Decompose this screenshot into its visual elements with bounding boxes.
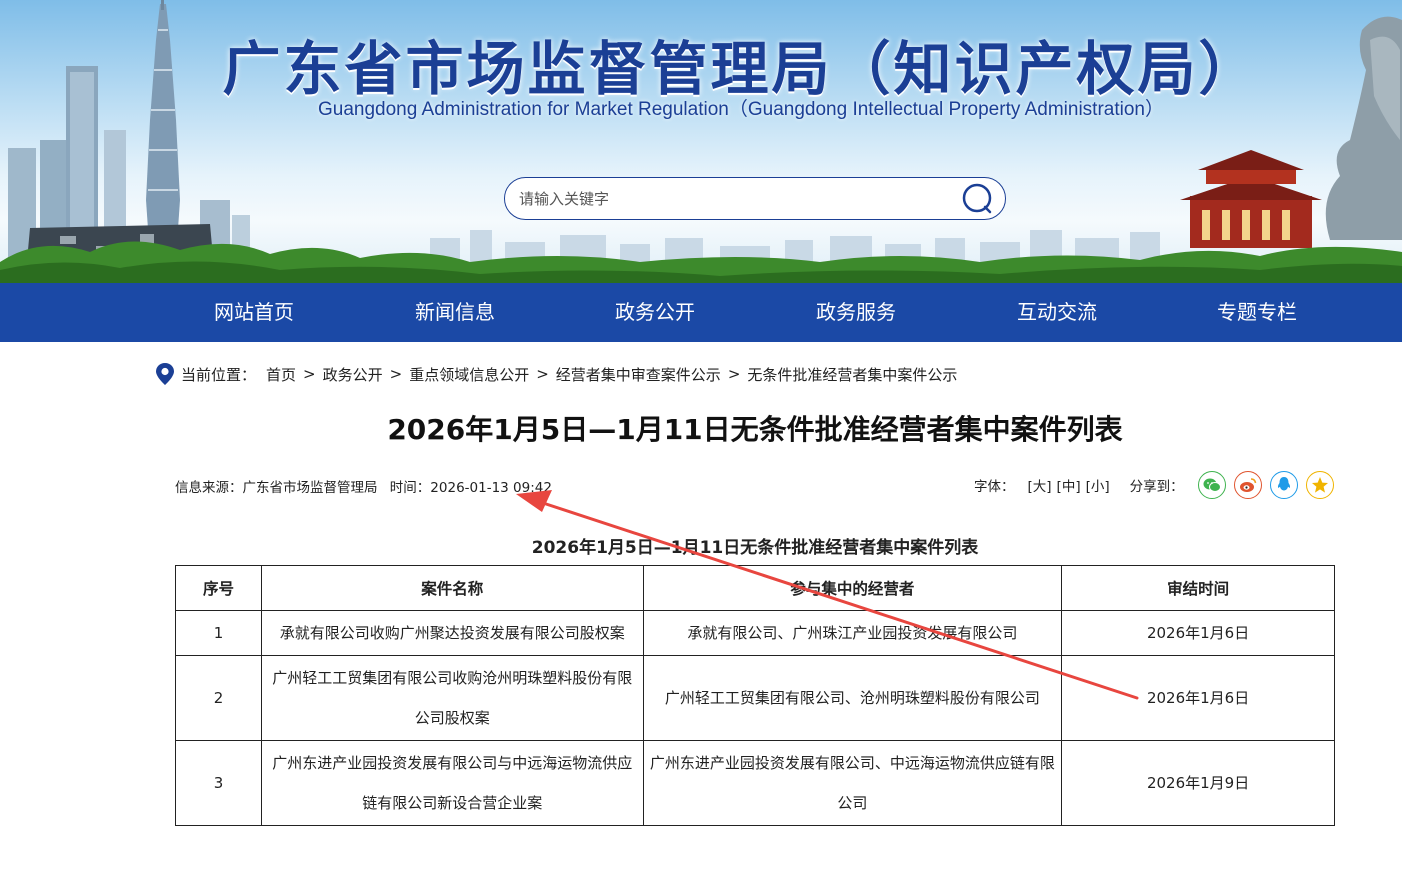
- breadcrumb-separator: >: [727, 365, 741, 383]
- breadcrumb-key-areas[interactable]: 重点领域信息公开: [409, 364, 529, 385]
- table-caption: 2026年1月5日—1月11日无条件批准经营者集中案件列表: [531, 538, 979, 558]
- article-tools: 字体： [大] [中] [小] 分享到：: [974, 470, 1342, 500]
- cell-index: 2: [175, 655, 262, 741]
- nav-item-home[interactable]: 网站首页: [154, 283, 354, 342]
- cell-case-name: 广州东进产业园投资发展有限公司与中远海运物流供应链有限公司新设合营企业案: [260, 740, 644, 826]
- table-row: 2 广州轻工工贸集团有限公司收购沧州明珠塑料股份有限公司股权案 广州轻工工贸集团…: [175, 655, 1335, 741]
- cell-operators: 广州轻工工贸集团有限公司、沧州明珠塑料股份有限公司: [642, 655, 1063, 741]
- wechat-icon[interactable]: [1197, 471, 1226, 499]
- breadcrumb-separator: >: [303, 365, 316, 383]
- font-size-medium-button[interactable]: [中]: [1057, 475, 1081, 495]
- nav-item-services[interactable]: 政务服务: [756, 283, 956, 342]
- share-label: 分享到：: [1129, 479, 1184, 495]
- breadcrumb-prefix: 当前位置：: [181, 365, 257, 384]
- table-header-row: 序号 案件名称 参与集中的经营者 审结时间: [175, 565, 1335, 611]
- search-icon[interactable]: [961, 182, 995, 216]
- qq-icon[interactable]: [1269, 471, 1298, 499]
- cell-conclusion-date: 2026年1月6日: [1061, 655, 1335, 741]
- location-pin-icon: [155, 362, 175, 386]
- column-header-index: 序号: [175, 565, 262, 611]
- header-banner: 广东省市场监督管理局（知识产权局） Guangdong Administrati…: [0, 0, 1402, 283]
- search-input[interactable]: [519, 187, 939, 211]
- table-row: 1 承就有限公司收购广州聚达投资发展有限公司股权案 承就有限公司、广州珠江产业园…: [175, 610, 1335, 656]
- column-header-conclusion-date: 审结时间: [1061, 565, 1335, 611]
- weibo-icon[interactable]: [1233, 471, 1262, 499]
- article-meta: 信息来源：广东省市场监督管理局 时间：2026-01-13 09:42: [175, 476, 560, 496]
- cases-table: 序号 案件名称 参与集中的经营者 审结时间 1 承就有限公司收购广州聚达投资发展…: [175, 565, 1335, 826]
- site-subtitle: Guangdong Administration for Market Regu…: [318, 99, 1164, 120]
- cell-conclusion-date: 2026年1月9日: [1061, 740, 1335, 826]
- breadcrumb-home[interactable]: 首页: [266, 364, 296, 385]
- nav-item-government-affairs[interactable]: 政务公开: [555, 283, 755, 342]
- cell-conclusion-date: 2026年1月6日: [1061, 610, 1335, 656]
- breadcrumb-separator: >: [389, 365, 403, 383]
- article-source: 信息来源：广东省市场监督管理局: [175, 480, 378, 496]
- cell-operators: 承就有限公司、广州珠江产业园投资发展有限公司: [642, 610, 1063, 656]
- nav-item-news[interactable]: 新闻信息: [355, 283, 555, 342]
- breadcrumb-concentration-review[interactable]: 经营者集中审查案件公示: [556, 364, 721, 385]
- column-header-operators: 参与集中的经营者: [642, 565, 1063, 611]
- font-size-large-button[interactable]: [大]: [1028, 475, 1052, 495]
- main-nav: 网站首页 新闻信息 政务公开 政务服务 互动交流 专题专栏: [0, 283, 1402, 342]
- qzone-icon[interactable]: [1305, 471, 1334, 499]
- column-header-case-name: 案件名称: [260, 565, 644, 611]
- cell-operators: 广州东进产业园投资发展有限公司、中远海运物流供应链有限公司: [642, 740, 1063, 826]
- breadcrumb: 当前位置： 首页 > 政务公开 > 重点领域信息公开 > 经营者集中审查案件公示…: [155, 362, 957, 386]
- cell-index: 1: [175, 610, 262, 656]
- article-title: 2026年1月5日—1月11日无条件批准经营者集中案件列表: [387, 413, 1123, 446]
- cell-index: 3: [175, 740, 262, 826]
- search-box: [504, 177, 1006, 220]
- breadcrumb-unconditional-approval[interactable]: 无条件批准经营者集中案件公示: [747, 364, 957, 385]
- article-time: 时间：2026-01-13 09:42: [389, 480, 552, 496]
- nav-item-interaction[interactable]: 互动交流: [957, 283, 1157, 342]
- font-size-small-button[interactable]: [小]: [1086, 475, 1110, 495]
- breadcrumb-government-affairs[interactable]: 政务公开: [323, 364, 383, 385]
- breadcrumb-separator: >: [536, 365, 549, 383]
- nav-item-topics[interactable]: 专题专栏: [1157, 283, 1357, 342]
- font-size-label: 字体：: [974, 479, 1015, 495]
- cell-case-name: 承就有限公司收购广州聚达投资发展有限公司股权案: [260, 610, 644, 656]
- table-row: 3 广州东进产业园投资发展有限公司与中远海运物流供应链有限公司新设合营企业案 广…: [175, 740, 1335, 826]
- cell-case-name: 广州轻工工贸集团有限公司收购沧州明珠塑料股份有限公司股权案: [260, 655, 644, 741]
